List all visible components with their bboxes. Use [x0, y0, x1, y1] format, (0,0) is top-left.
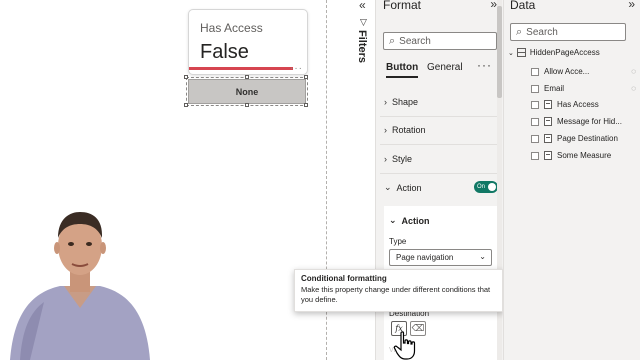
format-pane-title: Format	[383, 0, 422, 12]
type-dropdown-value: Page navigation	[396, 253, 454, 262]
tab-general[interactable]: General	[427, 62, 463, 73]
table-icon	[516, 48, 526, 57]
type-dropdown[interactable]: Page navigation ⌄	[389, 249, 492, 266]
field-item[interactable]: Page Destination	[531, 134, 639, 143]
filters-label[interactable]: Filters	[356, 30, 368, 63]
section-rotation[interactable]: › Rotation	[384, 125, 426, 135]
hand-cursor-icon	[393, 331, 416, 360]
calculator-icon	[544, 151, 552, 160]
resize-handle[interactable]	[304, 75, 308, 79]
chevron-down-icon: ⌄	[389, 215, 397, 225]
field-checkbox[interactable]	[531, 117, 539, 126]
tab-button[interactable]: Button	[386, 62, 419, 78]
divider	[380, 144, 498, 145]
field-name: Page Destination	[557, 134, 618, 143]
divider	[380, 116, 498, 117]
field-item[interactable]: Has Access	[531, 100, 639, 109]
field-checkbox[interactable]	[531, 100, 539, 109]
section-shape[interactable]: › Shape	[384, 97, 418, 107]
action-subsection-label: Action	[401, 215, 430, 226]
divider	[380, 173, 498, 174]
action-toggle[interactable]: On	[474, 181, 498, 193]
format-search-input[interactable]: ⌕ Search	[383, 32, 497, 50]
resize-handle[interactable]	[245, 103, 249, 107]
field-name: Email	[544, 84, 565, 93]
action-subsection-header[interactable]: ⌄ Action	[389, 215, 430, 226]
eye-hidden-icon: ◌	[631, 67, 636, 76]
field-item[interactable]: Email ◌	[531, 84, 639, 93]
data-pane: Data » ⌕ Search ⌄ HiddenPageAccess Allow…	[503, 0, 640, 360]
calculator-icon	[544, 134, 552, 143]
resize-handle[interactable]	[184, 103, 188, 107]
type-label: Type	[389, 237, 407, 246]
resize-handle[interactable]	[245, 75, 249, 79]
section-label: Action	[396, 182, 422, 193]
section-style[interactable]: › Style	[384, 154, 412, 164]
calculator-icon	[544, 117, 552, 126]
expand-chevron-icon[interactable]: »	[490, 0, 497, 11]
card-more-options[interactable]: ···	[290, 63, 303, 74]
toggle-state-label: On	[477, 184, 486, 190]
expand-chevron-icon[interactable]: »	[628, 0, 635, 11]
field-checkbox[interactable]	[531, 134, 539, 143]
more-options-icon[interactable]: ···	[477, 58, 492, 72]
field-item[interactable]: Message for Hid...	[531, 117, 639, 126]
field-name: Allow Acce...	[544, 67, 590, 76]
field-checkbox[interactable]	[531, 67, 539, 76]
eye-hidden-icon: ◌	[631, 84, 636, 93]
chevron-down-icon: ⌄	[479, 252, 486, 261]
card-accent-bar	[189, 67, 293, 70]
field-name: Some Measure	[557, 151, 612, 160]
button-visual-label: None	[235, 86, 259, 97]
toggle-knob	[488, 183, 496, 191]
field-item[interactable]: Allow Acce... ◌	[531, 67, 639, 76]
card-visual[interactable]: Has Access False ···	[188, 9, 308, 75]
chevron-down-icon: ⌄	[508, 49, 514, 57]
field-name: Message for Hid...	[557, 117, 622, 126]
format-search-placeholder: Search	[399, 35, 431, 47]
table-node[interactable]: ⌄ HiddenPageAccess	[508, 48, 600, 57]
search-icon: ⌕	[389, 34, 396, 47]
collapse-chevron-icon[interactable]: «	[359, 0, 366, 12]
chevron-right-icon: ›	[384, 125, 387, 135]
tooltip-body: Make this property change under differen…	[301, 285, 491, 304]
section-label: Rotation	[392, 125, 426, 135]
data-pane-title: Data	[510, 0, 536, 12]
resize-handle[interactable]	[304, 103, 308, 107]
conditional-formatting-tooltip: Conditional formatting Make this propert…	[294, 269, 503, 312]
card-value: False	[200, 41, 249, 63]
calculator-icon	[544, 100, 552, 109]
navigation-button-visual[interactable]: None	[188, 79, 306, 104]
chevron-down-icon: ⌄	[384, 182, 392, 192]
section-label: Shape	[392, 97, 419, 107]
section-label: Style	[392, 154, 413, 164]
field-item[interactable]: Some Measure	[531, 151, 639, 160]
chevron-right-icon: ›	[384, 97, 387, 107]
format-scrollbar-thumb[interactable]	[497, 6, 502, 98]
search-icon: ⌕	[516, 25, 523, 38]
data-search-placeholder: Search	[526, 26, 558, 38]
filter-icon: ▽	[360, 17, 367, 27]
data-search-input[interactable]: ⌕ Search	[510, 23, 626, 41]
presenter-webcam	[0, 200, 160, 360]
report-canvas[interactable]: Has Access False ··· None	[0, 0, 328, 360]
table-name: HiddenPageAccess	[529, 48, 600, 57]
field-checkbox[interactable]	[531, 151, 539, 160]
tooltip-title: Conditional formatting	[301, 274, 387, 283]
section-action[interactable]: ⌄ Action	[384, 182, 422, 193]
resize-handle[interactable]	[184, 75, 188, 79]
card-title: Has Access	[200, 21, 263, 35]
field-name: Has Access	[557, 100, 599, 109]
chevron-right-icon: ›	[384, 154, 387, 164]
field-checkbox[interactable]	[531, 84, 539, 93]
